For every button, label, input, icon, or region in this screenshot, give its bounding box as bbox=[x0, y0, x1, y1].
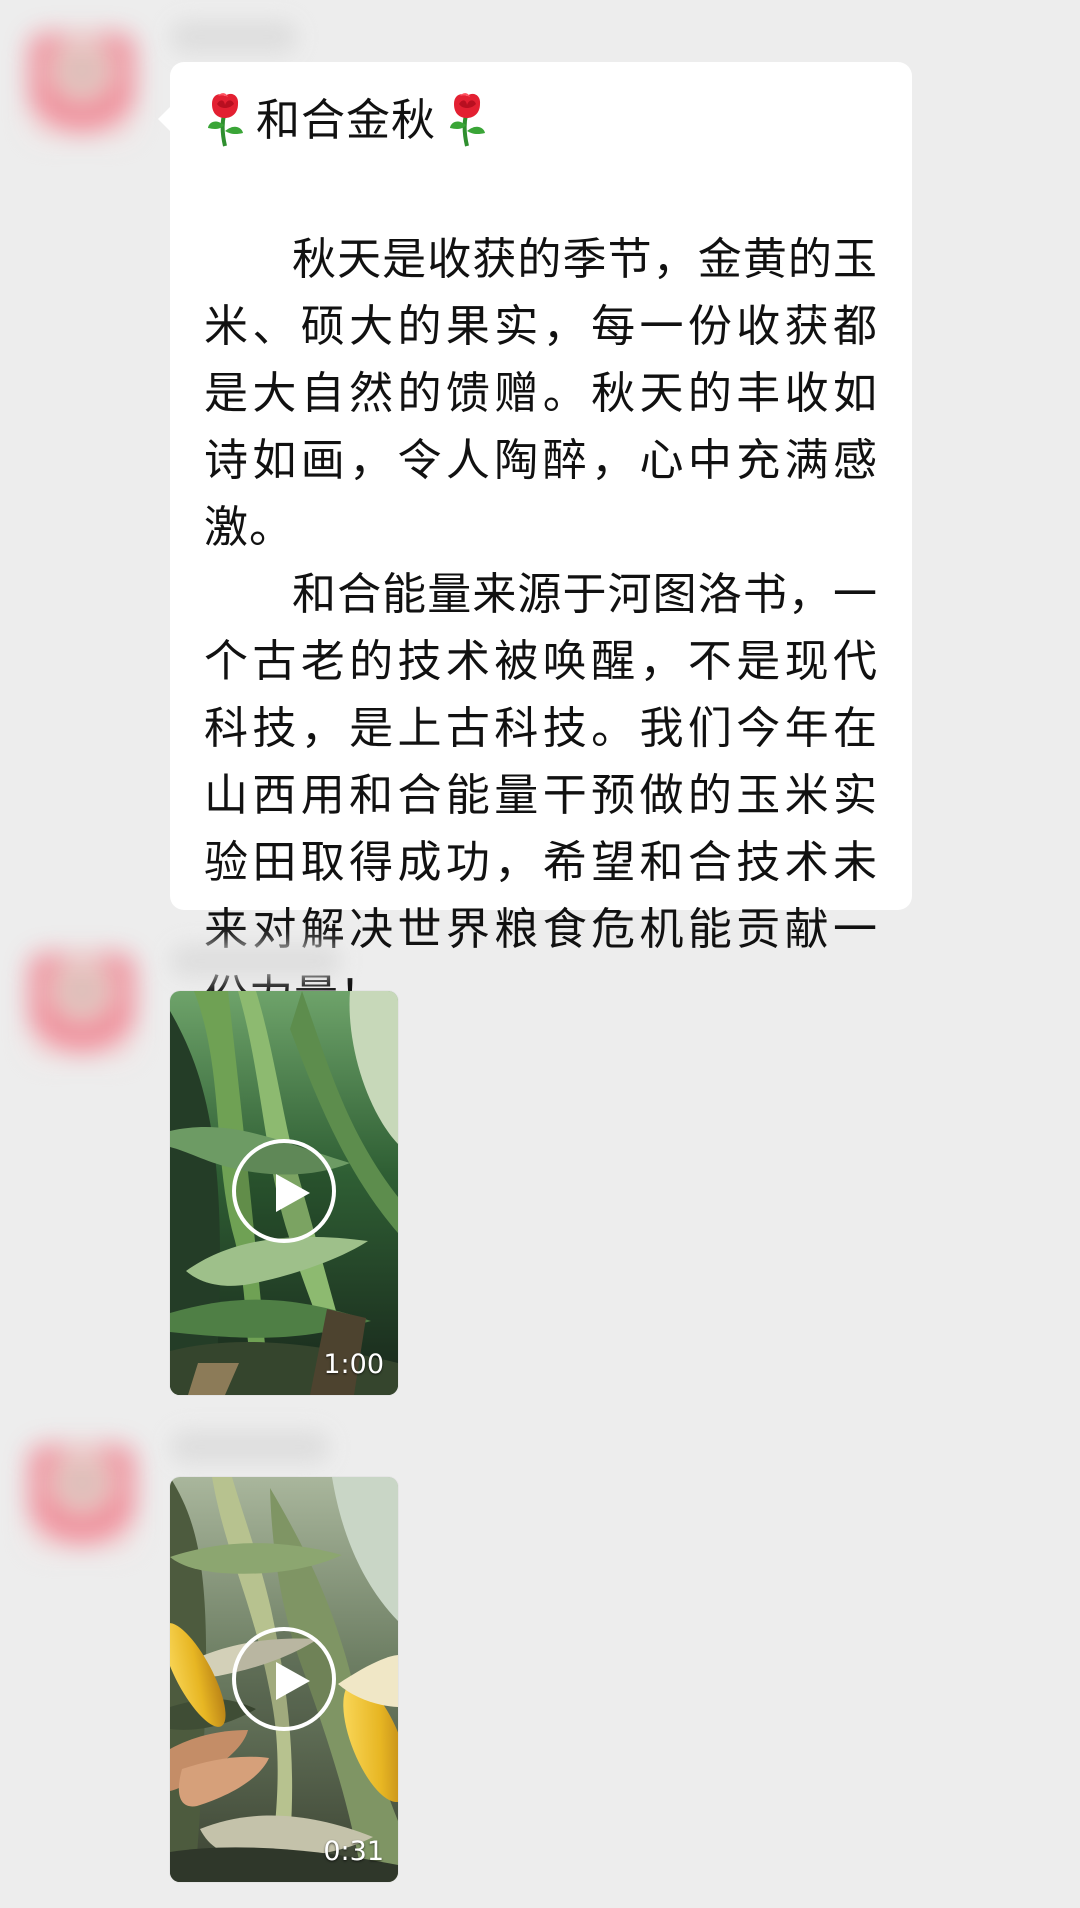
play-icon[interactable] bbox=[232, 1139, 336, 1243]
video-duration: 1:00 bbox=[323, 1349, 384, 1380]
video-duration: 0:31 bbox=[323, 1836, 384, 1867]
play-icon[interactable] bbox=[232, 1627, 336, 1731]
message-paragraph-1: 秋天是收获的季节，金黄的玉米、硕大的果实，每一份收获都是大自然的馈赠。秋天的丰收… bbox=[204, 234, 878, 553]
sender-avatar-1[interactable] bbox=[30, 34, 134, 138]
sender-name-blurred-2 bbox=[170, 944, 342, 978]
sender-avatar-2[interactable] bbox=[30, 954, 134, 1058]
video-message-2[interactable]: 0:31 bbox=[170, 1477, 398, 1882]
message-title: 和合金秋 bbox=[256, 94, 436, 146]
message-title-line: 和合金秋 bbox=[204, 88, 878, 152]
sender-name-blurred-3 bbox=[170, 1430, 330, 1464]
video-message-1[interactable]: 1:00 bbox=[170, 991, 398, 1395]
sender-avatar-3[interactable] bbox=[30, 1446, 134, 1550]
rose-icon bbox=[208, 93, 243, 147]
text-message-bubble[interactable]: 和合金秋 秋天是收获的季节，金黄的玉米、硕大的果实，每一份收获都是大自然的馈赠。… bbox=[158, 62, 912, 1022]
sender-name-blurred-1 bbox=[170, 20, 298, 54]
rose-icon bbox=[450, 93, 485, 147]
